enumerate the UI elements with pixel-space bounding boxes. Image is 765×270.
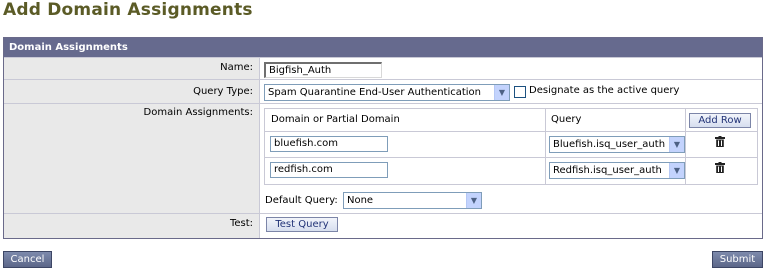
- cancel-button[interactable]: Cancel: [3, 251, 52, 268]
- test-query-button[interactable]: Test Query: [266, 217, 338, 232]
- submit-button[interactable]: Submit: [712, 251, 763, 268]
- query-column-header: Query: [551, 114, 582, 125]
- default-query-label: Default Query:: [265, 195, 338, 206]
- domain-field[interactable]: bluefish.com: [270, 136, 388, 152]
- active-query-checkbox[interactable]: [514, 86, 526, 98]
- table-divider: [265, 157, 757, 158]
- name-field[interactable]: Bigfish_Auth: [264, 62, 382, 78]
- domain-assignments-panel: Domain Assignments Name: Bigfish_Auth Qu…: [3, 37, 763, 239]
- table-divider: [265, 131, 757, 132]
- chevron-down-icon: ▼: [669, 137, 684, 152]
- query-type-row: Query Type: Spam Quarantine End-User Aut…: [4, 79, 762, 103]
- name-row: Name: Bigfish_Auth: [4, 57, 762, 79]
- test-label: Test:: [4, 214, 260, 238]
- query-select[interactable]: Redfish.isq_user_auth ▼: [549, 162, 685, 179]
- domain-assignments-row: Domain Assignments: Domain or Partial Do…: [4, 103, 762, 213]
- query-selected-value: Bluefish.isq_user_auth: [553, 139, 666, 150]
- trash-icon[interactable]: [715, 162, 725, 173]
- panel-header: Domain Assignments: [4, 38, 762, 57]
- table-divider: [685, 109, 686, 184]
- default-query-selected-value: None: [347, 195, 374, 206]
- domain-assignments-table: Domain or Partial Domain Query Add Row b…: [264, 108, 758, 185]
- query-type-selected-value: Spam Quarantine End-User Authentication: [268, 87, 482, 98]
- test-row: Test: Test Query: [4, 213, 762, 238]
- domain-column-header: Domain or Partial Domain: [271, 114, 400, 125]
- table-divider: [545, 109, 546, 184]
- query-select[interactable]: Bluefish.isq_user_auth ▼: [549, 136, 685, 153]
- add-row-button[interactable]: Add Row: [689, 113, 751, 128]
- default-query-select[interactable]: None ▼: [343, 192, 482, 209]
- active-query-label: Designate as the active query: [529, 85, 680, 96]
- domain-field[interactable]: redfish.com: [270, 162, 388, 178]
- name-label: Name:: [4, 58, 260, 79]
- page-title: Add Domain Assignments: [3, 0, 253, 20]
- chevron-down-icon: ▼: [494, 85, 509, 100]
- query-type-label: Query Type:: [4, 80, 260, 103]
- query-selected-value: Redfish.isq_user_auth: [553, 165, 662, 176]
- query-type-select[interactable]: Spam Quarantine End-User Authentication …: [264, 84, 510, 101]
- chevron-down-icon: ▼: [466, 193, 481, 208]
- chevron-down-icon: ▼: [669, 163, 684, 178]
- trash-icon[interactable]: [715, 136, 725, 147]
- domain-assignments-label: Domain Assignments:: [4, 104, 260, 213]
